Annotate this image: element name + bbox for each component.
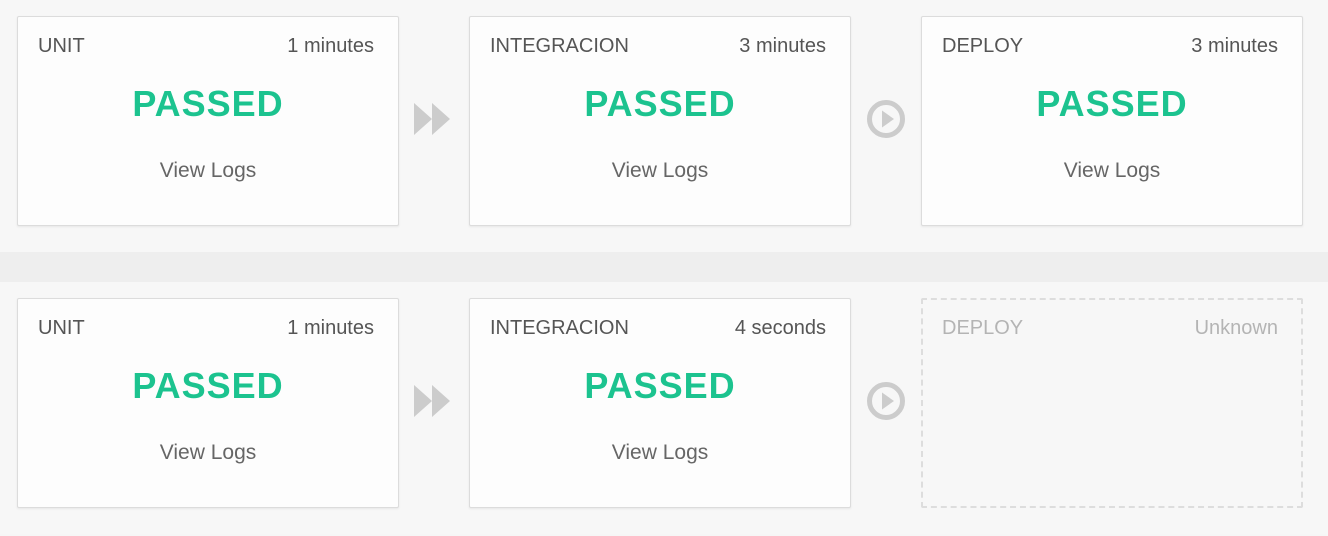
stage-duration: Unknown: [1194, 317, 1278, 339]
fast-forward-icon: [414, 385, 450, 417]
view-logs-link[interactable]: View Logs: [18, 159, 398, 183]
stage-duration: 3 minutes: [1191, 35, 1278, 57]
play-circle-icon[interactable]: [864, 97, 908, 141]
stage-card-integracion: INTEGRACION 4 seconds PASSED View Logs: [469, 298, 851, 508]
pipeline-divider: [0, 252, 1328, 282]
pipeline-row: UNIT 1 minutes PASSED View Logs INTEGRAC…: [0, 0, 1328, 252]
view-logs-link[interactable]: View Logs: [922, 159, 1302, 183]
stage-status: PASSED: [1036, 83, 1188, 124]
fast-forward-icon: [414, 103, 450, 135]
stage-name: INTEGRACION: [490, 35, 629, 57]
stage-status: PASSED: [584, 83, 736, 124]
view-logs-link[interactable]: View Logs: [470, 159, 850, 183]
stage-duration: 1 minutes: [287, 317, 374, 339]
stage-name: INTEGRACION: [490, 317, 629, 339]
stage-status: PASSED: [584, 365, 736, 406]
play-circle-icon[interactable]: [864, 379, 908, 423]
stage-card-unit: UNIT 1 minutes PASSED View Logs: [17, 16, 399, 226]
stage-status: PASSED: [132, 83, 284, 124]
stage-card-unit: UNIT 1 minutes PASSED View Logs: [17, 298, 399, 508]
stage-card-deploy: DEPLOY 3 minutes PASSED View Logs: [921, 16, 1303, 226]
stage-name: UNIT: [38, 35, 85, 57]
stage-duration: 1 minutes: [287, 35, 374, 57]
view-logs-link[interactable]: View Logs: [470, 441, 850, 465]
stage-duration: 3 minutes: [739, 35, 826, 57]
stage-name: UNIT: [38, 317, 85, 339]
stage-duration: 4 seconds: [734, 317, 826, 339]
stage-card-deploy: DEPLOY Unknown: [921, 298, 1303, 508]
stage-card-integracion: INTEGRACION 3 minutes PASSED View Logs: [469, 16, 851, 226]
stage-name: DEPLOY: [942, 317, 1024, 339]
stage-name: DEPLOY: [942, 35, 1024, 57]
view-logs-link[interactable]: View Logs: [18, 441, 398, 465]
stage-status: PASSED: [132, 365, 284, 406]
pipeline-row: UNIT 1 minutes PASSED View Logs INTEGRAC…: [0, 282, 1328, 534]
